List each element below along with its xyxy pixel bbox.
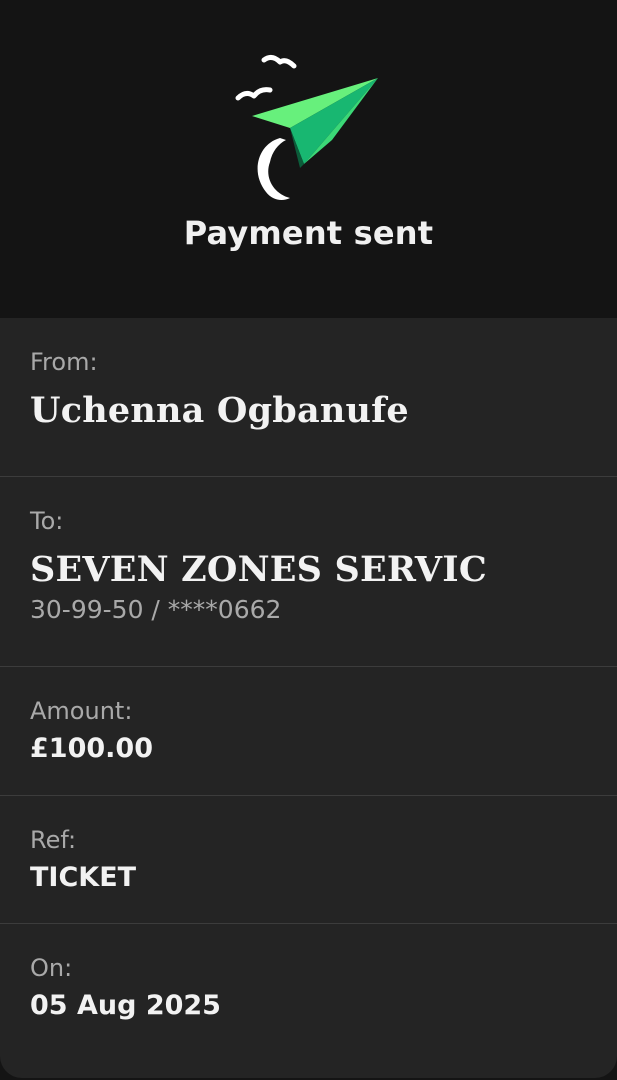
from-label: From: bbox=[30, 348, 98, 376]
to-value: SEVEN ZONES SERVIC bbox=[30, 549, 487, 590]
ref-value: TICKET bbox=[30, 862, 137, 893]
amount-value: £100.00 bbox=[30, 733, 153, 764]
to-account-number: 30-99-50 / ****0662 bbox=[30, 595, 282, 624]
ref-row: Ref: TICKET bbox=[0, 796, 617, 924]
page-title: Payment sent bbox=[183, 214, 434, 252]
from-row: From: Uchenna Ogbanufe bbox=[0, 318, 617, 477]
amount-label: Amount: bbox=[30, 697, 133, 725]
to-row: To: SEVEN ZONES SERVIC 30-99-50 / ****06… bbox=[0, 477, 617, 667]
to-label: To: bbox=[30, 507, 64, 535]
payment-details-card: From: Uchenna Ogbanufe To: SEVEN ZONES S… bbox=[0, 318, 617, 1078]
payment-sent-header: Payment sent bbox=[0, 0, 617, 318]
amount-row: Amount: £100.00 bbox=[0, 667, 617, 796]
from-value: Uchenna Ogbanufe bbox=[30, 390, 409, 431]
date-row: On: 05 Aug 2025 bbox=[0, 924, 617, 1078]
date-label: On: bbox=[30, 954, 73, 982]
date-value: 05 Aug 2025 bbox=[30, 990, 221, 1021]
paper-plane-icon bbox=[235, 54, 378, 200]
ref-label: Ref: bbox=[30, 826, 77, 854]
